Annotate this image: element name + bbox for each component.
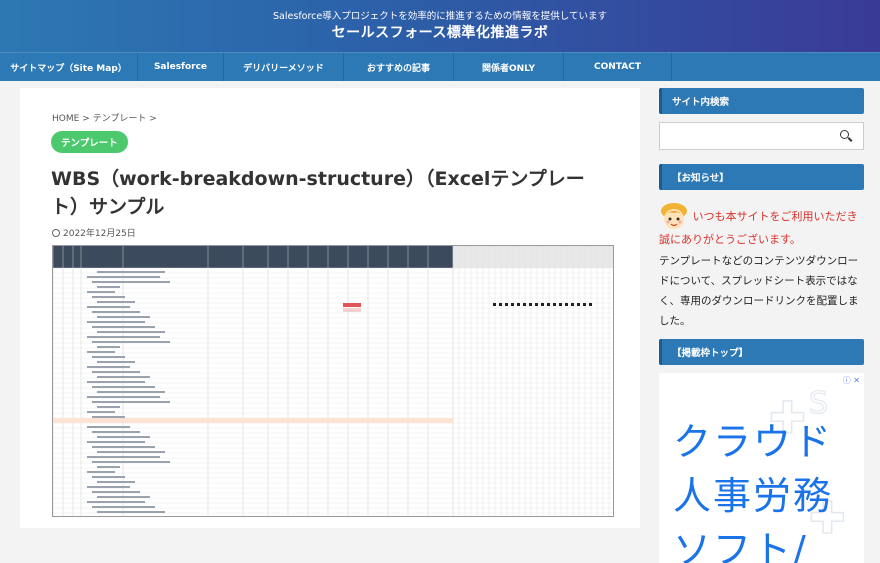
breadcrumb-separator: > — [149, 114, 157, 124]
mascot-icon — [661, 203, 687, 229]
site-search-input[interactable] — [659, 122, 864, 150]
nav-item-sitemap[interactable]: サイトマップ（Site Map） — [0, 53, 138, 81]
advertisement-banner[interactable]: ⓘ ✕ ✚ S ✚ クラウド 人事労務 ソフト/ — [659, 373, 864, 563]
notice-widget: いつも本サイトをご利用いただき誠にありがとうございます。 テンプレートなどのコン… — [659, 202, 864, 331]
nav-item-members-only[interactable]: 関係者ONLY — [454, 53, 564, 81]
search-widget-heading: サイト内検索 — [659, 88, 864, 114]
nav-item-delivery-method[interactable]: デリバリーメソッド — [224, 53, 344, 81]
ad-line: クラウド — [673, 420, 834, 464]
site-title[interactable]: セールスフォース標準化推進ラボ — [0, 22, 880, 42]
breadcrumb-home[interactable]: HOME — [52, 114, 79, 124]
notice-body-text: テンプレートなどのコンテンツダウンロードについて、スプレッドシート表示ではなく、… — [659, 255, 859, 327]
nav-item-contact[interactable]: CONTACT — [564, 53, 672, 81]
ad-line: 人事労務 — [673, 474, 834, 518]
nav-item-salesforce[interactable]: Salesforce — [138, 53, 224, 81]
global-nav: サイトマップ（Site Map） Salesforce デリバリーメソッド おす… — [0, 52, 880, 81]
notice-thanks: いつも本サイトをご利用いただき誠にありがとうございます。 — [659, 202, 864, 248]
notice-widget-heading: 【お知らせ】 — [659, 164, 864, 190]
nav-item-recommended[interactable]: おすすめの記事 — [344, 53, 454, 81]
site-header: Salesforce導入プロジェクトを効率的に推進するための情報を提供しています… — [0, 0, 880, 52]
wbs-spreadsheet-image[interactable] — [52, 245, 614, 517]
category-badge[interactable]: テンプレート — [51, 131, 128, 153]
post-date-text: 2022年12月25日 — [63, 229, 136, 239]
ad-line: ソフト/ — [673, 528, 808, 563]
ad-widget-heading: 【掲載枠トップ】 — [659, 339, 864, 365]
spreadsheet-preview — [53, 246, 613, 516]
post-date: 2022年12月25日 — [52, 226, 136, 239]
search-icon[interactable] — [840, 130, 849, 139]
clock-icon — [52, 228, 60, 237]
ad-text: クラウド 人事労務 ソフト/ — [673, 415, 833, 563]
post-title: WBS（work-breakdown-structure）（Excelテンプレー… — [51, 168, 585, 218]
sidebar: サイト内検索 【お知らせ】 いつも本サイトをご利用いただき誠にありがとうございま… — [659, 88, 864, 563]
main-content: HOME > テンプレート > テンプレート WBS（work-breakdow… — [20, 88, 640, 528]
breadcrumb: HOME > テンプレート > — [52, 111, 157, 124]
breadcrumb-category[interactable]: テンプレート — [93, 114, 147, 124]
breadcrumb-separator: > — [82, 114, 90, 124]
site-tagline: Salesforce導入プロジェクトを効率的に推進するための情報を提供しています — [273, 11, 607, 22]
